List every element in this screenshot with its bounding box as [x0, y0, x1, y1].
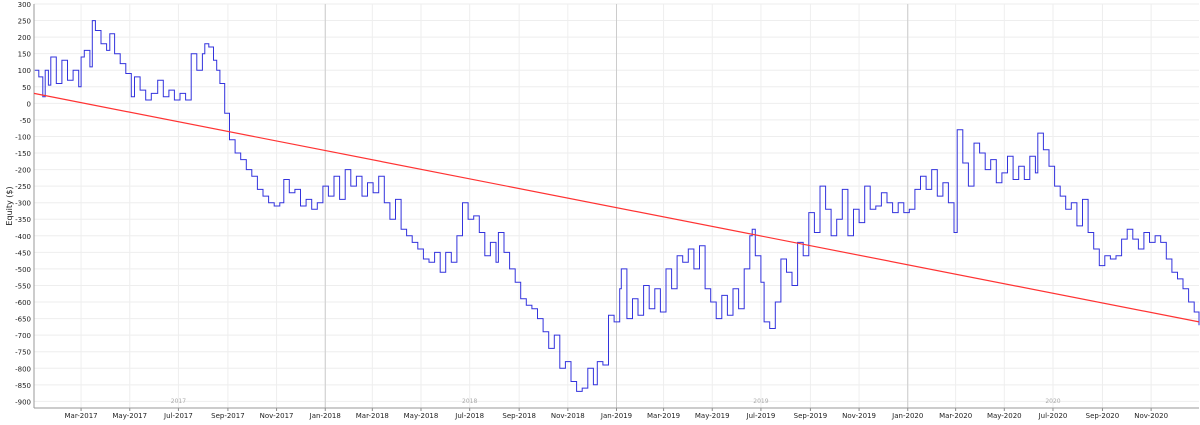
x-tick-label: May-2017 [112, 412, 147, 420]
y-tick-label: -400 [15, 233, 31, 241]
y-tick-label: -700 [15, 332, 31, 340]
x-tick-label: Jan-2018 [309, 412, 341, 420]
x-tick-label: Sep-2019 [794, 412, 828, 420]
y-tick-label: -650 [15, 316, 31, 324]
y-axis-label: Equity ($) [5, 186, 14, 225]
y-tick-label: 150 [18, 51, 31, 59]
y-tick-label: -600 [15, 299, 31, 307]
x-tick-label: Sep-2017 [211, 412, 245, 420]
x-tick-label: Jan-2019 [600, 412, 632, 420]
x-tick-label: Nov-2019 [842, 412, 876, 420]
x-tick-label: Sep-2018 [502, 412, 536, 420]
y-tick-label: -850 [15, 382, 31, 390]
equity-chart: 300 250 200 150 100 50 0 -50 -100 -150 -200 -250 -30… [0, 0, 1200, 421]
y-tick-label: -300 [15, 200, 31, 208]
x-tick-label: Jan-2020 [891, 412, 923, 420]
y-tick-label: 100 [18, 67, 31, 75]
y-tick-label: -250 [15, 183, 31, 191]
year-label: 2019 [753, 398, 768, 405]
year-label: 2020 [1045, 398, 1060, 405]
y-tick-label: -450 [15, 249, 31, 257]
y-tick-label: 200 [18, 34, 31, 42]
x-tick-label: Jul-2018 [454, 412, 484, 420]
y-tick-label: 0 [27, 100, 31, 108]
y-tick-label: -750 [15, 349, 31, 357]
x-tick-label: Nov-2020 [1134, 412, 1168, 420]
y-tick-label: 300 [18, 1, 31, 9]
y-tick-label: -900 [15, 398, 31, 406]
x-tick-label: Nov-2017 [260, 412, 294, 420]
x-tick-label: Jul-2019 [746, 412, 776, 420]
chart-canvas: 300 250 200 150 100 50 0 -50 -100 -150 -200 -250 -30… [5, 1, 1200, 420]
x-tick-label: Mar-2019 [647, 412, 680, 420]
x-tick-label: May-2018 [404, 412, 439, 420]
y-tick-label: -50 [20, 117, 31, 125]
y-tick-label: -100 [15, 133, 31, 141]
x-tick-label: Sep-2020 [1086, 412, 1120, 420]
year-label: 2017 [171, 398, 186, 405]
y-tick-label: 250 [18, 18, 31, 26]
x-tick-label: Jul-2017 [163, 412, 193, 420]
x-tick-label: Mar-2020 [939, 412, 972, 420]
x-tick-label: May-2020 [987, 412, 1022, 420]
y-tick-label: 50 [22, 84, 31, 92]
y-tick-label: -500 [15, 266, 31, 274]
x-tick-label: Mar-2017 [65, 412, 98, 420]
year-label: 2018 [462, 398, 477, 405]
y-tick-label: -350 [15, 216, 31, 224]
x-tick-label: Jul-2020 [1038, 412, 1068, 420]
y-tick-label: -200 [15, 167, 31, 175]
y-tick-label: -800 [15, 365, 31, 373]
x-tick-label: May-2019 [695, 412, 730, 420]
y-tick-label: -550 [15, 282, 31, 290]
x-tick-label: Nov-2018 [551, 412, 585, 420]
x-tick-label: Mar-2018 [356, 412, 389, 420]
y-tick-label: -150 [15, 150, 31, 158]
